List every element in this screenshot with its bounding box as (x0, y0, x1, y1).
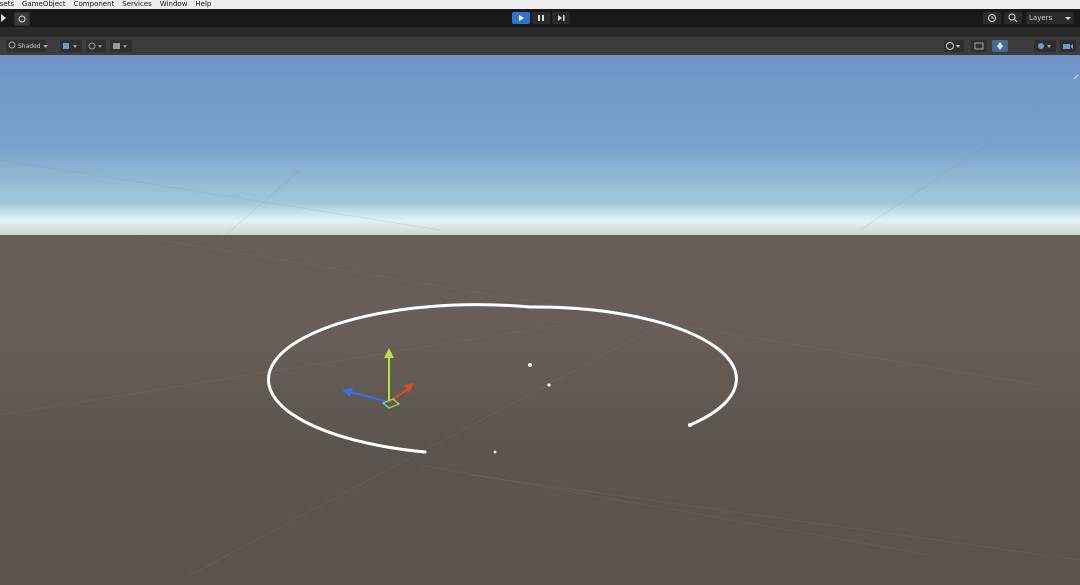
search-icon[interactable] (1004, 12, 1022, 24)
draw-mode-icon (8, 41, 16, 51)
play-button[interactable] (512, 12, 530, 24)
menu-help[interactable]: Help (195, 0, 211, 9)
tools-dropdown[interactable] (1034, 40, 1056, 52)
cloud-icon[interactable] (14, 12, 30, 26)
point-marker (547, 383, 551, 387)
scene-overlay (0, 109, 1080, 576)
history-icon[interactable] (983, 12, 1001, 24)
menu-window[interactable]: Window (160, 0, 188, 9)
point-marker (528, 363, 532, 367)
menu-bar: ssets GameObject Component Services Wind… (0, 0, 1080, 9)
camera-icon[interactable] (1060, 40, 1076, 52)
audio-button[interactable] (110, 40, 132, 52)
point-marker (493, 450, 497, 454)
layers-label: Layers (1029, 14, 1053, 22)
menu-assets[interactable]: ssets (0, 0, 14, 9)
step-button[interactable] (552, 12, 570, 24)
menu-services[interactable]: Services (122, 0, 152, 9)
menu-gameobject[interactable]: GameObject (22, 0, 66, 9)
point-marker (688, 423, 692, 427)
grid-toggle-icon[interactable] (971, 40, 987, 52)
move-tool-icon[interactable] (0, 12, 8, 24)
scene-grid (0, 109, 1080, 576)
shading-mode-dropdown[interactable]: Shaded (6, 40, 48, 52)
layers-dropdown[interactable]: Layers (1026, 12, 1074, 24)
circle-outline (266, 303, 738, 454)
menu-component[interactable]: Component (74, 0, 115, 9)
main-toolbar: Layers (0, 9, 1080, 27)
gizmos-dropdown[interactable] (944, 40, 964, 52)
lighting-button[interactable] (86, 40, 106, 52)
toolbar-gap (0, 27, 1080, 37)
chevron-down-icon (42, 42, 48, 51)
chevron-down-icon (1065, 14, 1071, 23)
z-axis-arrow-icon[interactable] (342, 388, 353, 397)
toggle-2d-button[interactable] (60, 40, 82, 52)
scene-toolbar: Shaded (0, 37, 1080, 55)
shading-label: Shaded (18, 42, 41, 50)
pause-button[interactable] (532, 12, 550, 24)
transform-gizmo[interactable] (342, 348, 414, 409)
light-toggle-icon[interactable] (992, 40, 1008, 52)
scene-gizmo-corner[interactable] (1072, 73, 1080, 81)
scene-viewport[interactable] (0, 55, 1080, 585)
